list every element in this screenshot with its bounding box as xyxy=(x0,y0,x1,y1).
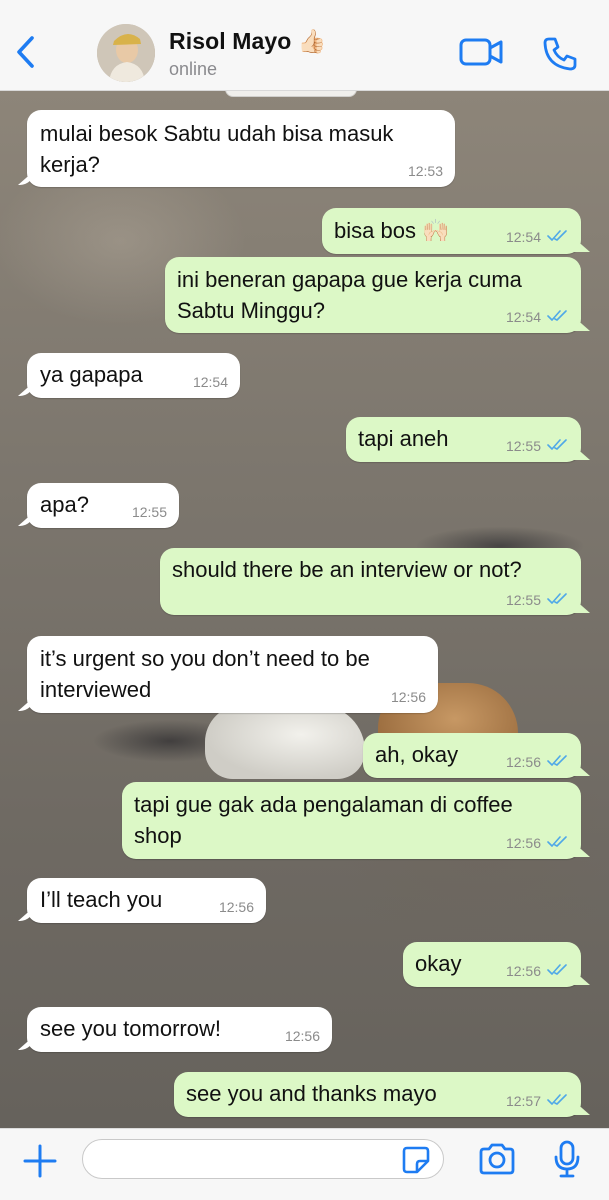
message-bubble-outgoing[interactable]: bisa bos 🙌🏻 12:54 xyxy=(322,208,581,254)
double-check-icon xyxy=(547,593,567,604)
message-time: 12:56 xyxy=(284,1028,320,1044)
message-time: 12:54 xyxy=(505,309,541,325)
video-camera-icon[interactable] xyxy=(458,35,506,69)
message-bubble-incoming[interactable]: apa? 12:55 xyxy=(27,483,179,528)
double-check-icon xyxy=(547,310,567,321)
message-bubble-incoming[interactable]: I’ll teach you 12:56 xyxy=(27,878,266,923)
message-line: ini beneran gapapa gue kerja cuma xyxy=(177,267,522,292)
avatar[interactable] xyxy=(97,24,155,82)
message-bubble-outgoing[interactable]: see you and thanks mayo 12:57 xyxy=(174,1072,581,1117)
message-time: 12:56 xyxy=(505,754,541,770)
message-line: mulai besok Sabtu udah bisa masuk xyxy=(40,121,394,146)
message-bubble-incoming[interactable]: see you tomorrow! 12:56 xyxy=(27,1007,332,1052)
message-line: should there be an interview or not? xyxy=(172,557,522,582)
double-check-icon xyxy=(547,964,567,975)
message-bubble-outgoing[interactable]: ah, okay 12:56 xyxy=(363,733,581,778)
message-time: 12:57 xyxy=(505,1093,541,1109)
message-time: 12:56 xyxy=(505,963,541,979)
message-input[interactable] xyxy=(82,1139,444,1179)
message-time: 12:55 xyxy=(505,592,541,608)
message-line: interviewed xyxy=(40,677,152,702)
message-line: see you and thanks mayo xyxy=(186,1081,437,1106)
back-chevron-icon[interactable] xyxy=(8,32,44,72)
message-line: it’s urgent so you don’t need to be xyxy=(40,646,370,671)
message-line: tapi aneh xyxy=(358,426,449,451)
message-time: 12:54 xyxy=(505,229,541,245)
message-time: 12:53 xyxy=(407,163,443,179)
message-bubble-outgoing[interactable]: should there be an interview or not? 12:… xyxy=(160,548,581,615)
message-time: 12:56 xyxy=(218,899,254,915)
camera-icon[interactable] xyxy=(477,1141,517,1177)
whatsapp-chat-screen: Risol Mayo 👍🏻 online mulai besok Sabtu u… xyxy=(0,0,609,1200)
message-line: apa? xyxy=(40,492,89,517)
wallpaper-white-puppy xyxy=(205,705,365,779)
message-time: 12:54 xyxy=(192,374,228,390)
message-bubble-outgoing[interactable]: tapi aneh 12:55 xyxy=(346,417,581,462)
message-bubble-outgoing[interactable]: ini beneran gapapa gue kerja cuma Sabtu … xyxy=(165,257,581,333)
contact-status: online xyxy=(169,59,218,79)
double-check-icon xyxy=(547,439,567,450)
message-line: kerja? xyxy=(40,152,100,177)
message-line: I’ll teach you xyxy=(40,887,163,912)
message-time: 12:56 xyxy=(505,835,541,851)
chat-area[interactable]: mulai besok Sabtu udah bisa masuk kerja?… xyxy=(0,91,609,1128)
message-time: 12:56 xyxy=(390,689,426,705)
previous-message-edge xyxy=(225,91,357,97)
chat-header: Risol Mayo 👍🏻 online xyxy=(0,0,609,91)
message-line: bisa bos 🙌🏻 xyxy=(334,218,450,243)
message-time: 12:55 xyxy=(505,438,541,454)
contact-name[interactable]: Risol Mayo 👍🏻 xyxy=(169,28,327,55)
composer-bar xyxy=(0,1128,609,1200)
sticker-icon[interactable] xyxy=(402,1146,430,1174)
message-bubble-incoming[interactable]: ya gapapa 12:54 xyxy=(27,353,240,398)
double-check-icon xyxy=(547,1094,567,1105)
message-bubble-outgoing[interactable]: okay 12:56 xyxy=(403,942,581,987)
message-line: ya gapapa xyxy=(40,362,143,387)
message-bubble-incoming[interactable]: mulai besok Sabtu udah bisa masuk kerja?… xyxy=(27,110,455,187)
message-line: tapi gue gak ada pengalaman di coffee xyxy=(134,792,513,817)
message-line: okay xyxy=(415,951,462,976)
plus-icon[interactable] xyxy=(22,1143,58,1179)
double-check-icon xyxy=(547,755,567,766)
message-time: 12:55 xyxy=(131,504,167,520)
message-line: see you tomorrow! xyxy=(40,1016,221,1041)
double-check-icon xyxy=(547,230,567,241)
double-check-icon xyxy=(547,836,567,847)
phone-icon[interactable] xyxy=(540,34,580,74)
message-bubble-outgoing[interactable]: tapi gue gak ada pengalaman di coffee sh… xyxy=(122,782,581,859)
message-line: shop xyxy=(134,823,182,848)
message-bubble-incoming[interactable]: it’s urgent so you don’t need to be inte… xyxy=(27,636,438,713)
microphone-icon[interactable] xyxy=(552,1139,582,1179)
message-line: Sabtu Minggu? xyxy=(177,298,325,323)
message-line: ah, okay xyxy=(375,742,459,767)
